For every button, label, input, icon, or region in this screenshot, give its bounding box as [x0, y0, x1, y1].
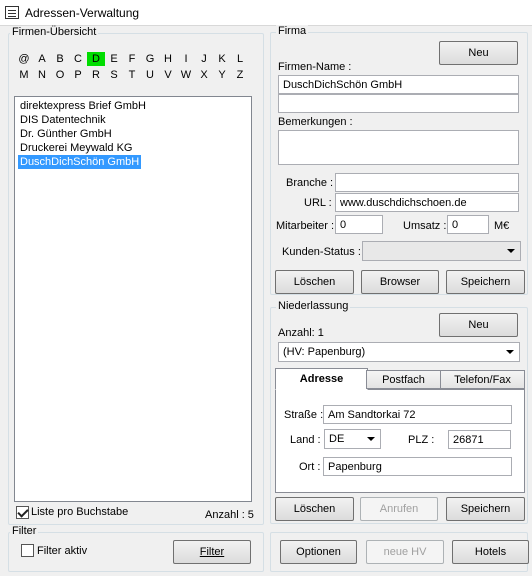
company-new-button[interactable]: Neu: [439, 41, 518, 65]
remarks-input[interactable]: [278, 130, 519, 165]
branch-label: Branche :: [286, 177, 334, 189]
company-delete-button[interactable]: Löschen: [275, 270, 354, 294]
zip-label: PLZ :: [408, 434, 435, 446]
zip-input[interactable]: 26871: [448, 430, 511, 449]
tab-adresse[interactable]: Adresse: [275, 368, 368, 390]
branch-new-button[interactable]: Neu: [439, 313, 518, 337]
tab-telefon-fax[interactable]: Telefon/Fax: [440, 370, 525, 389]
street-label: Straße :: [284, 409, 324, 421]
letter-j[interactable]: J: [195, 52, 213, 66]
filter-button[interactable]: Filter: [173, 540, 251, 564]
window-title: Adressen-Verwaltung: [25, 6, 140, 20]
employees-input[interactable]: 0: [335, 215, 383, 234]
letter-p[interactable]: P: [69, 68, 87, 82]
url-label: URL :: [304, 197, 332, 209]
company-browser-button[interactable]: Browser: [361, 270, 439, 294]
app-icon: [5, 6, 19, 19]
letter-r[interactable]: R: [87, 68, 105, 82]
letter-b[interactable]: B: [51, 52, 69, 66]
letter-at[interactable]: @: [15, 52, 33, 66]
title-bar: Adressen-Verwaltung: [0, 0, 532, 26]
company-save-label: Speichern: [460, 276, 511, 288]
list-item[interactable]: DuschDichSchön GmbH: [18, 155, 142, 169]
letter-k[interactable]: K: [213, 52, 231, 66]
letter-v[interactable]: V: [159, 68, 177, 82]
letter-c[interactable]: C: [69, 52, 87, 66]
branch-call-label: Anrufen: [379, 503, 419, 515]
letter-t[interactable]: T: [123, 68, 141, 82]
letter-w[interactable]: W: [177, 68, 195, 82]
letter-x[interactable]: X: [195, 68, 213, 82]
new-hv-button[interactable]: neue HV: [366, 540, 444, 564]
letter-o[interactable]: O: [51, 68, 69, 82]
revenue-label: Umsatz :: [403, 220, 447, 232]
letter-s[interactable]: S: [105, 68, 123, 82]
branch-input[interactable]: [335, 173, 519, 192]
new-hv-label: neue HV: [383, 546, 427, 558]
letter-m[interactable]: M: [15, 68, 33, 82]
url-input[interactable]: www.duschdichschoen.de: [335, 193, 519, 212]
company-browser-label: Browser: [379, 276, 421, 288]
status-label: Kunden-Status :: [282, 246, 361, 258]
letter-n[interactable]: N: [33, 68, 51, 82]
branch-select[interactable]: (HV: Papenburg): [278, 342, 520, 362]
letter-l[interactable]: L: [231, 52, 249, 66]
letter-y[interactable]: Y: [213, 68, 231, 82]
hotels-button[interactable]: Hotels: [452, 540, 529, 564]
status-select[interactable]: [362, 241, 521, 261]
letter-u[interactable]: U: [141, 68, 159, 82]
per-letter-checkbox[interactable]: [16, 506, 29, 519]
city-input[interactable]: Papenburg: [323, 457, 512, 476]
branch-delete-label: Löschen: [293, 503, 336, 515]
company-save-button[interactable]: Speichern: [446, 270, 525, 294]
list-item[interactable]: direktexpress Brief GmbH: [18, 99, 148, 113]
company-list[interactable]: direktexpress Brief GmbH DIS Datentechnik…: [14, 96, 252, 502]
per-letter-label: Liste pro Buchstabe: [31, 506, 129, 518]
letter-i[interactable]: I: [177, 52, 195, 66]
letter-z[interactable]: Z: [231, 68, 249, 82]
company-delete-label: Löschen: [293, 276, 336, 288]
letter-a[interactable]: A: [33, 52, 51, 66]
options-button[interactable]: Optionen: [280, 540, 357, 564]
filter-active-label: Filter aktiv: [37, 545, 88, 557]
options-label: Optionen: [296, 546, 341, 558]
company-name-label: Firmen-Name :: [278, 61, 352, 73]
branch-call-button[interactable]: Anrufen: [360, 497, 438, 521]
country-label: Land :: [290, 434, 321, 446]
country-select[interactable]: DE: [324, 429, 381, 449]
filter-group-label: Filter: [10, 525, 39, 537]
revenue-input[interactable]: 0: [447, 215, 489, 234]
revenue-unit: M€: [494, 220, 510, 232]
list-item[interactable]: Druckerei Meywald KG: [18, 141, 134, 155]
letter-f[interactable]: F: [123, 52, 141, 66]
company-group-label: Firma: [276, 25, 309, 37]
company-count: Anzahl : 5: [205, 509, 254, 521]
branch-new-label: Neu: [468, 319, 489, 331]
branch-delete-button[interactable]: Löschen: [275, 497, 354, 521]
branch-save-button[interactable]: Speichern: [446, 497, 525, 521]
letter-e[interactable]: E: [105, 52, 123, 66]
tab-postfach[interactable]: Postfach: [366, 370, 441, 389]
overview-group-label: Firmen-Übersicht: [10, 26, 99, 38]
branch-save-label: Speichern: [460, 503, 511, 515]
company-name-input[interactable]: DuschDichSchön GmbH: [278, 75, 519, 94]
letter-h[interactable]: H: [159, 52, 177, 66]
company-name2-input[interactable]: [278, 94, 519, 113]
filter-button-label: Filter: [199, 546, 225, 558]
employees-label: Mitarbeiter :: [276, 220, 335, 232]
hotels-label: Hotels: [474, 546, 507, 558]
list-item[interactable]: DIS Datentechnik: [18, 113, 108, 127]
list-item[interactable]: Dr. Günther GmbH: [18, 127, 114, 141]
street-input[interactable]: Am Sandtorkai 72: [323, 405, 512, 424]
branch-group-label: Niederlassung: [276, 300, 351, 312]
letter-row-1: @ A B C D E F G H I J K L: [15, 52, 249, 66]
filter-active-checkbox[interactable]: [21, 544, 34, 557]
letter-row-2: MNOPRSTUVWXYZ: [15, 68, 249, 82]
letter-d[interactable]: D: [87, 52, 105, 66]
company-new-label: Neu: [468, 47, 489, 59]
remarks-label: Bemerkungen :: [278, 116, 353, 128]
branch-count: Anzahl: 1: [278, 327, 324, 339]
letter-g[interactable]: G: [141, 52, 159, 66]
city-label: Ort :: [299, 461, 321, 473]
